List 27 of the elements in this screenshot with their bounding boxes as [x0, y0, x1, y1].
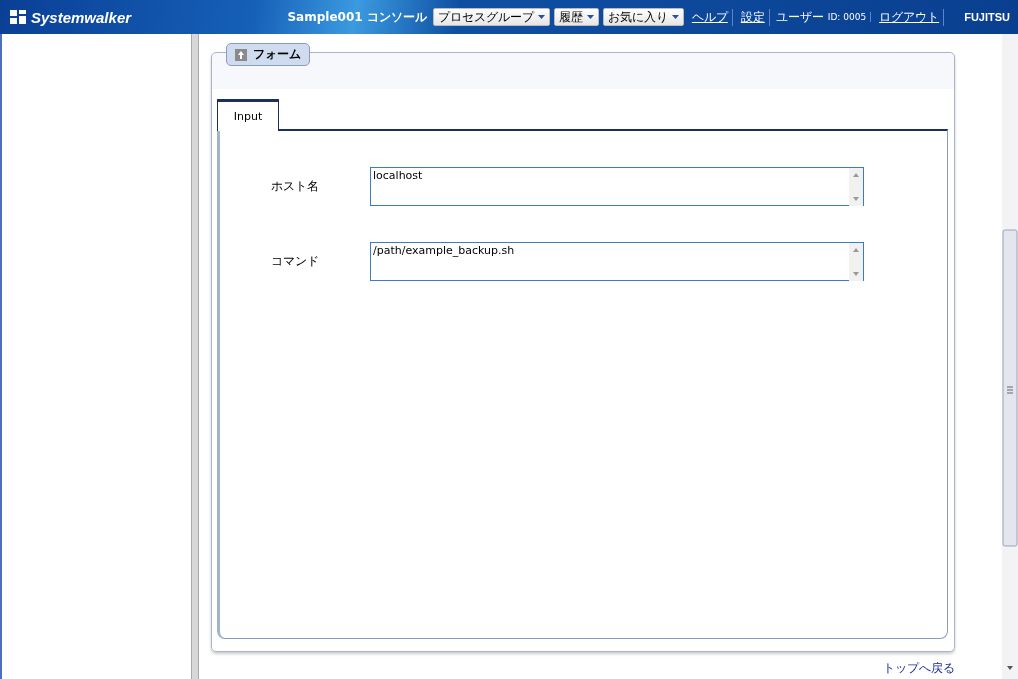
field-label: コマンド: [270, 253, 320, 270]
caret-icon: [537, 15, 545, 19]
header-link[interactable]: 設定: [736, 8, 770, 26]
scrollbar-drawing: [849, 243, 863, 281]
header-link[interactable]: ログアウト: [875, 8, 945, 26]
tab[interactable]: Input: [217, 99, 279, 131]
menu-dropdown[interactable]: プロセスグループ: [432, 8, 550, 26]
logo-text: Systemwalker: [31, 8, 132, 26]
scrollbar-drawing[interactable]: [1002, 34, 1018, 679]
text-area[interactable]: /path/example_backup.sh: [370, 242, 864, 281]
caret-icon: [586, 15, 594, 19]
user-id: ID: 0005: [827, 12, 872, 22]
header-link[interactable]: ヘルプ: [687, 8, 733, 26]
menu-dropdown[interactable]: 履歴: [553, 8, 599, 26]
console-title: Sample001 コンソール: [287, 8, 427, 26]
brand-logo: FUJITSU: [964, 11, 1010, 23]
caret-icon: [671, 15, 679, 19]
logo-icon: [8, 9, 28, 25]
legend-text: フォーム: [253, 46, 301, 63]
form-legend[interactable]: フォーム: [226, 43, 310, 66]
field-label: ホスト名: [270, 178, 320, 195]
scrollbar-drawing: [849, 168, 863, 206]
collapse-icon: [235, 48, 247, 61]
menu-dropdown[interactable]: お気に入り: [602, 8, 684, 26]
user-label: ユーザー: [774, 8, 824, 26]
back-to-top-link[interactable]: トップへ戻る: [883, 660, 955, 677]
text-area[interactable]: localhost: [370, 167, 864, 206]
